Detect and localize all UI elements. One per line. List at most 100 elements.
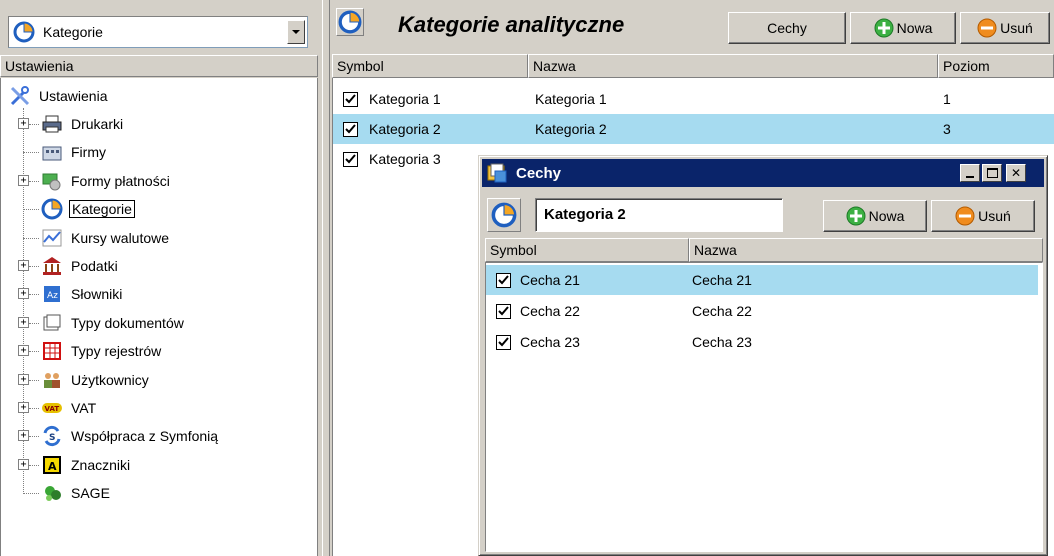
row-checkbox[interactable] (496, 273, 511, 288)
categories-header-icon (336, 8, 364, 36)
minimize-button[interactable] (960, 164, 980, 182)
table-row[interactable]: Cecha 21 Cecha 21 (486, 265, 1038, 295)
payment-icon (41, 170, 63, 192)
tax-building-icon (41, 255, 63, 277)
expand-toggle[interactable]: + (18, 260, 29, 271)
tree-item[interactable]: Typy rejestrów (41, 337, 163, 365)
pane-splitter[interactable] (322, 0, 330, 556)
tree-item-label: Typy rejestrów (71, 343, 162, 360)
pie-chart-icon (338, 10, 362, 34)
new-category-button[interactable]: Nowa (850, 12, 956, 44)
svg-text:A: A (48, 460, 57, 473)
page-title: Kategorie analityczne (398, 12, 625, 37)
table-row[interactable]: Cecha 23 Cecha 23 (486, 327, 1038, 357)
delete-category-button[interactable]: Usuń (960, 12, 1050, 44)
settings-tree[interactable]: Ustawienia + Drukarki Firmy + Formy płatnośc… (0, 78, 318, 556)
row-checkbox[interactable] (343, 92, 358, 107)
delete-feature-button[interactable]: Usuń (931, 200, 1035, 232)
expand-toggle[interactable]: + (18, 402, 29, 413)
tree-item[interactable]: Firmy (41, 138, 108, 166)
row-checkbox[interactable] (496, 304, 511, 319)
expand-toggle[interactable]: + (18, 288, 29, 300)
pie-chart-icon (491, 202, 517, 228)
tree-item[interactable]: VAT VAT (41, 394, 98, 422)
tree-item[interactable]: A Znaczniki (41, 451, 132, 479)
category-name-field[interactable]: Kategoria 2 (535, 198, 783, 232)
cell-name: Kategoria 1 (535, 91, 607, 107)
combo-dropdown-button[interactable] (287, 20, 305, 44)
tree-item-label: Typy dokumentów (71, 314, 184, 331)
table-row[interactable]: Kategoria 2 Kategoria 2 3 (333, 114, 1054, 144)
expand-toggle[interactable]: + (18, 458, 29, 470)
new-feature-button[interactable]: Nowa (823, 200, 927, 232)
table-row[interactable]: Kategoria 1 Kategoria 1 1 (333, 84, 1054, 114)
features-grid[interactable]: Cecha 21 Cecha 21 Cecha 22 Cecha 22 Cecha 23… (485, 262, 1043, 552)
table-row[interactable]: Cecha 22 Cecha 22 (486, 296, 1038, 326)
features-grid-header: Symbol Nazwa (485, 238, 1043, 262)
exchange-chart-icon (41, 227, 63, 249)
chevron-down-icon (292, 30, 300, 34)
tree-item[interactable]: Typy dokumentów (41, 309, 186, 337)
dialog-title: Cechy (516, 164, 562, 182)
column-header-symbol[interactable]: Symbol (332, 54, 528, 78)
expand-toggle[interactable]: + (18, 373, 29, 385)
printer-icon (41, 113, 63, 135)
tree-item-label: Słowniki (71, 286, 123, 303)
column-header-name[interactable]: Nazwa (528, 54, 938, 78)
tree-item[interactable]: Formy płatności (41, 167, 172, 195)
tree-item[interactable]: SAGE (41, 479, 112, 507)
tree-item[interactable]: Kursy walutowe (41, 224, 171, 252)
dictionary-icon: Az (41, 283, 63, 305)
tree-item[interactable]: Podatki (41, 252, 120, 280)
close-button[interactable]: ✕ (1006, 164, 1026, 182)
tree-item-label: Użytkownicy (71, 371, 149, 388)
pie-chart-icon (13, 21, 35, 43)
cell-symbol: Kategoria 2 (369, 121, 441, 137)
tree-item-label: Znaczniki (71, 456, 131, 473)
remove-icon (977, 18, 997, 38)
row-checkbox[interactable] (343, 152, 358, 167)
tree-item-label: Podatki (71, 258, 118, 274)
tree-item[interactable]: Az Słowniki (41, 280, 124, 308)
tree-item[interactable]: Użytkownicy (41, 366, 151, 394)
cell-level: 3 (943, 121, 951, 137)
checkmark-icon (498, 337, 509, 347)
tree-item[interactable]: S Współpraca z Symfonią (41, 422, 220, 450)
delete-button-label: Usuń (1000, 20, 1033, 36)
expand-toggle[interactable]: + (18, 174, 29, 186)
expand-toggle[interactable]: + (18, 345, 29, 357)
checkmark-icon (345, 124, 356, 134)
tree-item[interactable]: Kategorie (41, 195, 135, 223)
features-button[interactable]: Cechy (728, 12, 846, 44)
svg-text:Az: Az (47, 291, 58, 301)
register-grid-icon (41, 340, 63, 362)
checkmark-icon (345, 94, 356, 104)
document-types-icon (41, 312, 63, 334)
expand-toggle[interactable]: + (18, 430, 29, 442)
row-checkbox[interactable] (496, 335, 511, 350)
remove-icon (955, 206, 975, 226)
column-header-symbol[interactable]: Symbol (485, 238, 689, 262)
dialog-titlebar[interactable]: Cechy ✕ (482, 159, 1044, 187)
cell-symbol: Kategoria 1 (369, 91, 441, 107)
checkmark-icon (345, 154, 356, 164)
tree-item[interactable]: Drukarki (41, 110, 125, 138)
column-header-level[interactable]: Poziom (938, 54, 1054, 78)
svg-text:VAT: VAT (45, 405, 60, 413)
expand-toggle[interactable]: + (18, 316, 29, 328)
cell-symbol: Kategoria 3 (369, 151, 441, 167)
pie-chart-icon (41, 198, 63, 220)
cell-name: Cecha 21 (692, 272, 752, 288)
new-button-label: Nowa (896, 20, 933, 36)
maximize-button[interactable] (982, 164, 1002, 182)
minimize-icon (966, 176, 974, 178)
row-checkbox[interactable] (343, 122, 358, 137)
tree-item-label: Formy płatności (71, 172, 170, 189)
category-combo[interactable]: Kategorie (8, 16, 308, 48)
add-icon (874, 18, 894, 38)
cell-symbol: Cecha 22 (520, 303, 580, 319)
features-dialog: Cechy ✕ Kategoria 2 Nowa Usuń Symbol Naz… (478, 155, 1048, 556)
expand-toggle[interactable]: + (18, 118, 29, 129)
tree-root[interactable]: Ustawienia (9, 82, 109, 110)
column-header-name[interactable]: Nazwa (689, 238, 1043, 262)
